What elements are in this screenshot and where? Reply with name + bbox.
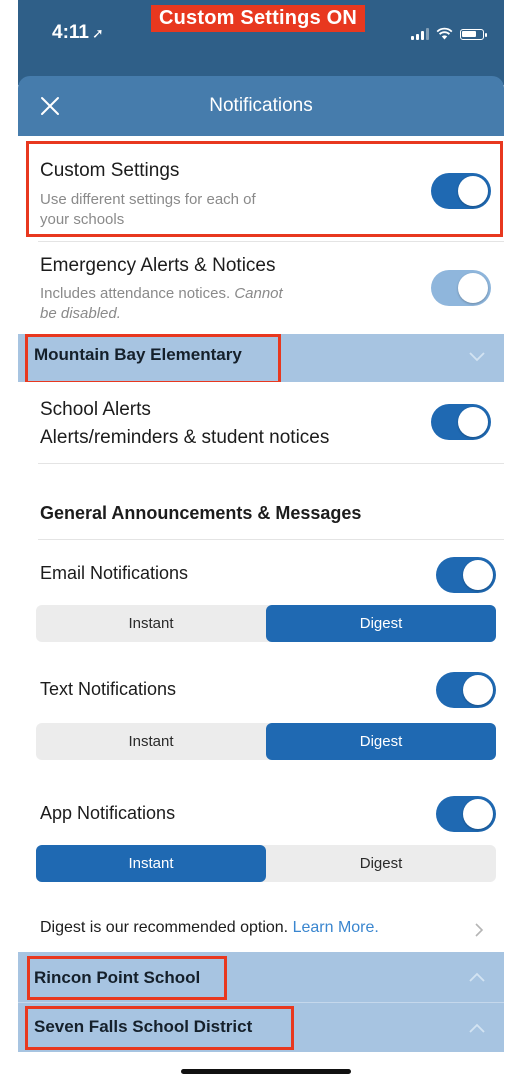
app-instant-option[interactable]: Instant: [36, 845, 266, 882]
emergency-subtitle-italic2: be disabled.: [40, 305, 121, 322]
chevron-right-icon[interactable]: [474, 922, 484, 938]
app-notifications-toggle[interactable]: [436, 796, 496, 832]
school-alerts-title: School Alerts: [40, 399, 151, 420]
section-heading: General Announcements & Messages: [40, 503, 362, 523]
emergency-subtitle-text: Includes attendance notices.: [40, 285, 231, 302]
phone-screen: 4:11 ➚ Custom Settings ON Notifications C…: [18, 0, 504, 1091]
page-title: Notifications: [209, 95, 313, 116]
emergency-alerts-toggle: [431, 270, 491, 306]
chevron-up-icon[interactable]: [468, 972, 486, 984]
school-header-seven-falls[interactable]: Seven Falls School District: [18, 1002, 504, 1052]
text-digest-option[interactable]: Digest: [266, 723, 496, 760]
school-header-rincon-point[interactable]: Rincon Point School: [18, 952, 504, 1002]
app-notifications-title: App Notifications: [40, 803, 176, 823]
chevron-down-icon[interactable]: [468, 350, 486, 362]
email-digest-option[interactable]: Digest: [266, 605, 496, 642]
school-name: Seven Falls School District: [34, 1017, 253, 1036]
clock-text: 4:11: [52, 22, 89, 43]
text-notifications-row: Text Notifications Instant Digest: [18, 652, 504, 772]
wifi-icon: [436, 27, 453, 40]
email-notifications-row: Email Notifications Instant Digest: [18, 540, 504, 652]
text-frequency-selector: Instant Digest: [36, 723, 496, 760]
app-digest-option[interactable]: Digest: [266, 845, 496, 882]
emergency-alerts-subtitle: Includes attendance notices. Cannot be d…: [40, 284, 370, 324]
email-notifications-title: Email Notifications: [40, 563, 189, 583]
digest-note: Digest is our recommended option. Learn …: [40, 919, 379, 937]
emergency-subtitle-italic1: Cannot: [234, 285, 283, 302]
school-alerts-subtitle: Alerts/reminders & student notices: [40, 427, 330, 448]
emergency-alerts-row: Emergency Alerts & Notices Includes atte…: [18, 242, 504, 334]
custom-settings-subtitle: Use different settings for each of your …: [40, 190, 370, 230]
text-notifications-title: Text Notifications: [40, 679, 177, 699]
general-announcements-section: General Announcements & Messages: [18, 464, 504, 540]
digest-note-text: Digest is our recommended option.: [40, 919, 289, 936]
text-notifications-toggle[interactable]: [436, 672, 496, 708]
custom-settings-row[interactable]: Custom Settings Use different settings f…: [18, 136, 504, 242]
status-time: 4:11 ➚: [52, 22, 104, 44]
digest-note-row[interactable]: Digest is our recommended option. Learn …: [18, 892, 504, 952]
custom-settings-toggle[interactable]: [431, 173, 491, 209]
home-indicator[interactable]: [181, 1069, 351, 1074]
learn-more-link[interactable]: Learn More.: [293, 919, 379, 936]
custom-settings-subtitle-line2: your schools: [40, 211, 125, 228]
custom-settings-on-banner: Custom Settings ON: [151, 5, 366, 32]
chevron-up-icon[interactable]: [468, 1023, 486, 1035]
custom-settings-title: Custom Settings: [40, 160, 180, 181]
cellular-signal-icon: [411, 28, 429, 40]
school-name: Rincon Point School: [34, 968, 201, 987]
app-frequency-selector: Instant Digest: [36, 845, 496, 882]
email-notifications-toggle[interactable]: [436, 557, 496, 593]
status-icons: [411, 27, 487, 40]
custom-settings-subtitle-line1: Use different settings for each of: [40, 191, 256, 208]
email-frequency-selector: Instant Digest: [36, 605, 496, 642]
school-header-mountain-bay[interactable]: Mountain Bay Elementary: [18, 334, 504, 382]
school-alerts-row[interactable]: School Alerts Alerts/reminders & student…: [18, 382, 504, 464]
text-instant-option[interactable]: Instant: [36, 723, 266, 760]
school-name: Mountain Bay Elementary: [34, 345, 242, 364]
notifications-header: Notifications: [18, 76, 504, 136]
emergency-alerts-title: Emergency Alerts & Notices: [40, 255, 276, 276]
battery-icon: [460, 29, 487, 40]
app-notifications-row: App Notifications Instant Digest: [18, 772, 504, 892]
location-arrow-icon: ➚: [91, 25, 104, 41]
school-alerts-toggle[interactable]: [431, 404, 491, 440]
email-instant-option[interactable]: Instant: [36, 605, 266, 642]
